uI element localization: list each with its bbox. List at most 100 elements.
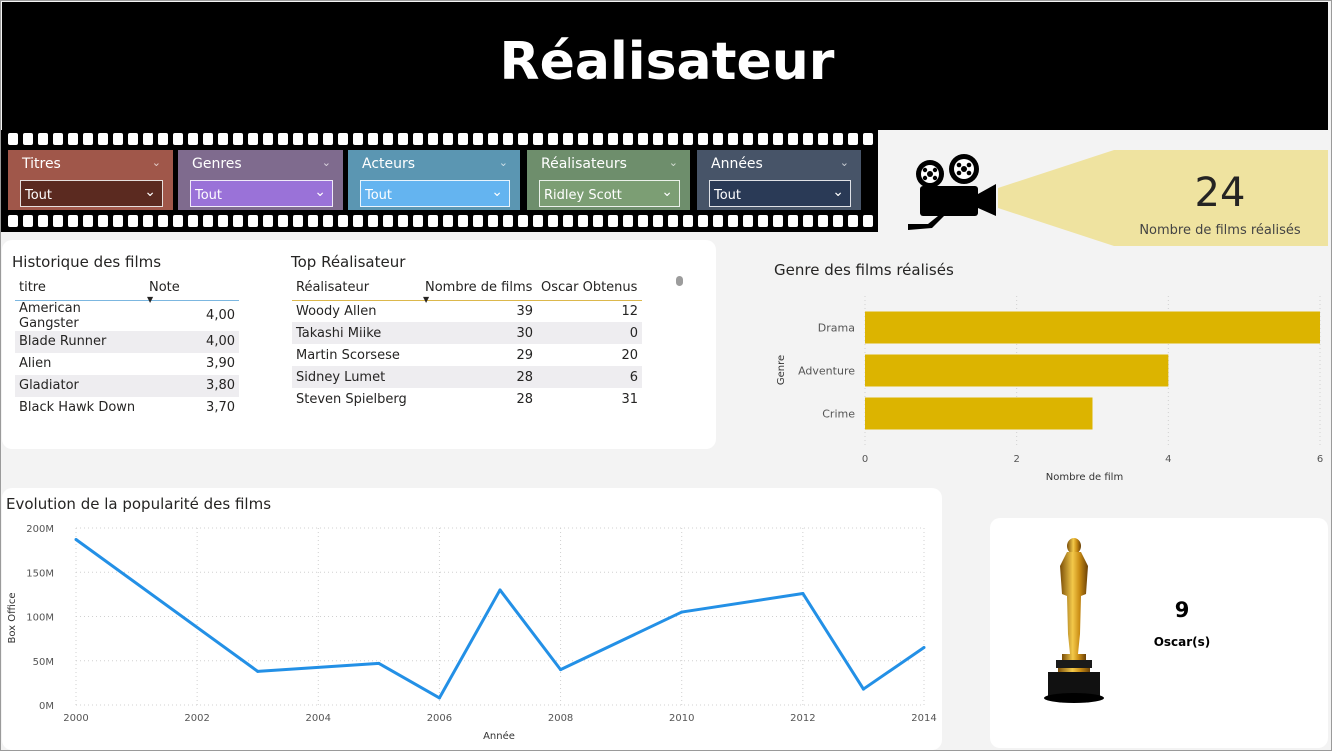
table-row[interactable]: Woody Allen 39 12: [292, 300, 642, 322]
chevron-down-icon[interactable]: ⌄: [322, 156, 331, 169]
perforation-hole: [488, 133, 498, 145]
perforation-hole: [713, 215, 723, 227]
film-strip-perforations: [8, 215, 878, 227]
column-header-titre[interactable]: titre: [15, 278, 145, 300]
table-row[interactable]: Alien 3,90: [15, 353, 239, 375]
chevron-down-icon[interactable]: ⌄: [661, 184, 673, 200]
perforation-hole: [398, 215, 408, 227]
column-header-nombre-de-films[interactable]: Nombre de films ▼: [421, 278, 537, 304]
perforation-hole: [458, 215, 468, 227]
perforation-hole: [248, 133, 258, 145]
perforation-hole: [608, 215, 618, 227]
perforation-hole: [278, 133, 288, 145]
slicer-dropdown[interactable]: Tout ⌄: [360, 180, 510, 207]
column-header-oscar-obtenus[interactable]: Oscar Obtenus: [537, 278, 642, 300]
perforation-hole: [188, 215, 198, 227]
data-point[interactable]: [437, 696, 441, 700]
chevron-down-icon[interactable]: ⌄: [144, 184, 156, 200]
slicer-label: Genres: [192, 156, 242, 172]
perforation-hole: [608, 133, 618, 145]
data-point[interactable]: [680, 610, 684, 614]
perforation-hole: [338, 215, 348, 227]
slicer-label: Titres: [22, 156, 61, 172]
slicer-value: Tout: [25, 188, 53, 203]
table-cell: American Gangster: [19, 300, 81, 331]
table-row[interactable]: Takashi Miike 30 0: [292, 322, 642, 344]
data-point[interactable]: [861, 687, 865, 691]
perforation-hole: [53, 133, 63, 145]
bar[interactable]: [865, 397, 1093, 430]
table-cell: 20: [621, 347, 638, 363]
slicer-realisateurs[interactable]: Réalisateurs ⌄ Ridley Scott ⌄: [527, 150, 690, 210]
perforation-hole: [518, 133, 528, 145]
film-strip-perforations: [8, 133, 878, 145]
history-table-title: Historique des films: [12, 253, 162, 271]
perforation-hole: [503, 133, 513, 145]
perforation-hole: [8, 133, 18, 145]
data-point[interactable]: [377, 661, 381, 665]
perforation-hole: [833, 133, 843, 145]
chevron-down-icon[interactable]: ⌄: [491, 184, 503, 200]
chevron-down-icon[interactable]: ⌄: [499, 156, 508, 169]
slicer-titres[interactable]: Titres ⌄ Tout ⌄: [8, 150, 173, 210]
column-header-note[interactable]: Note ▼: [145, 278, 239, 304]
sort-descending-icon[interactable]: ▼: [423, 295, 429, 304]
genre-chart-title: Genre des films réalisés: [774, 261, 954, 279]
x-tick-label: 2002: [184, 713, 209, 724]
slicer-dropdown[interactable]: Ridley Scott ⌄: [539, 180, 680, 207]
slicer-dropdown[interactable]: Tout ⌄: [709, 180, 851, 207]
table-row[interactable]: Black Hawk Down 3,70: [15, 397, 239, 419]
series-line[interactable]: [75, 538, 925, 700]
slicer-dropdown[interactable]: Tout ⌄: [20, 180, 163, 207]
slicer-annees[interactable]: Années ⌄ Tout ⌄: [697, 150, 861, 210]
table-row[interactable]: Martin Scorsese 29 20: [292, 344, 642, 366]
data-point[interactable]: [559, 668, 563, 672]
sort-descending-icon[interactable]: ▼: [147, 295, 153, 304]
data-point[interactable]: [498, 588, 502, 592]
chevron-down-icon[interactable]: ⌄: [840, 156, 849, 169]
perforation-hole: [848, 215, 858, 227]
director-film-count: 24: [1194, 170, 1246, 216]
table-row[interactable]: Blade Runner 4,00: [15, 330, 239, 353]
chevron-down-icon[interactable]: ⌄: [314, 184, 326, 200]
table-row[interactable]: Sidney Lumet 28 6: [292, 366, 642, 388]
table-cell: 4,00: [145, 330, 239, 353]
perforation-hole: [158, 215, 168, 227]
x-tick-label: 2010: [669, 713, 694, 724]
perforation-hole: [533, 133, 543, 145]
scrollbar-thumb[interactable]: [676, 276, 683, 286]
perforation-hole: [683, 133, 693, 145]
perforation-hole: [443, 133, 453, 145]
slicer-dropdown[interactable]: Tout ⌄: [190, 180, 333, 207]
y-tick-label: 200M: [26, 524, 54, 535]
data-point[interactable]: [801, 591, 805, 595]
history-table: titre Note ▼ American Gangster 4,00 Blade R…: [15, 278, 239, 419]
chevron-down-icon[interactable]: ⌄: [832, 184, 844, 200]
table-row[interactable]: Steven Spielberg 28 31: [292, 388, 642, 410]
data-point[interactable]: [922, 645, 926, 649]
perforation-hole: [173, 133, 183, 145]
chevron-down-icon[interactable]: ⌄: [669, 156, 678, 169]
data-point[interactable]: [256, 669, 260, 673]
slicer-genres[interactable]: Genres ⌄ Tout ⌄: [178, 150, 343, 210]
perforation-hole: [323, 133, 333, 145]
perforation-hole: [38, 133, 48, 145]
chevron-down-icon[interactable]: ⌄: [152, 156, 161, 169]
table-row[interactable]: American Gangster 4,00: [15, 300, 239, 331]
film-camera-icon: [908, 154, 996, 230]
perforation-hole: [308, 133, 318, 145]
column-header-realisateur[interactable]: Réalisateur: [292, 278, 421, 300]
table-cell: Alien: [19, 356, 52, 371]
slicer-acteurs[interactable]: Acteurs ⌄ Tout ⌄: [348, 150, 520, 210]
table-cell: Black Hawk Down: [19, 400, 136, 415]
bar[interactable]: [865, 311, 1320, 344]
slicer-value: Tout: [714, 188, 742, 203]
bar[interactable]: [865, 354, 1169, 387]
table-row[interactable]: Gladiator 3,80: [15, 374, 239, 397]
perforation-hole: [353, 133, 363, 145]
perforation-hole: [413, 133, 423, 145]
perforation-hole: [23, 215, 33, 227]
data-point[interactable]: [74, 538, 78, 542]
slicer-value: Tout: [365, 188, 393, 203]
perforation-hole: [188, 133, 198, 145]
